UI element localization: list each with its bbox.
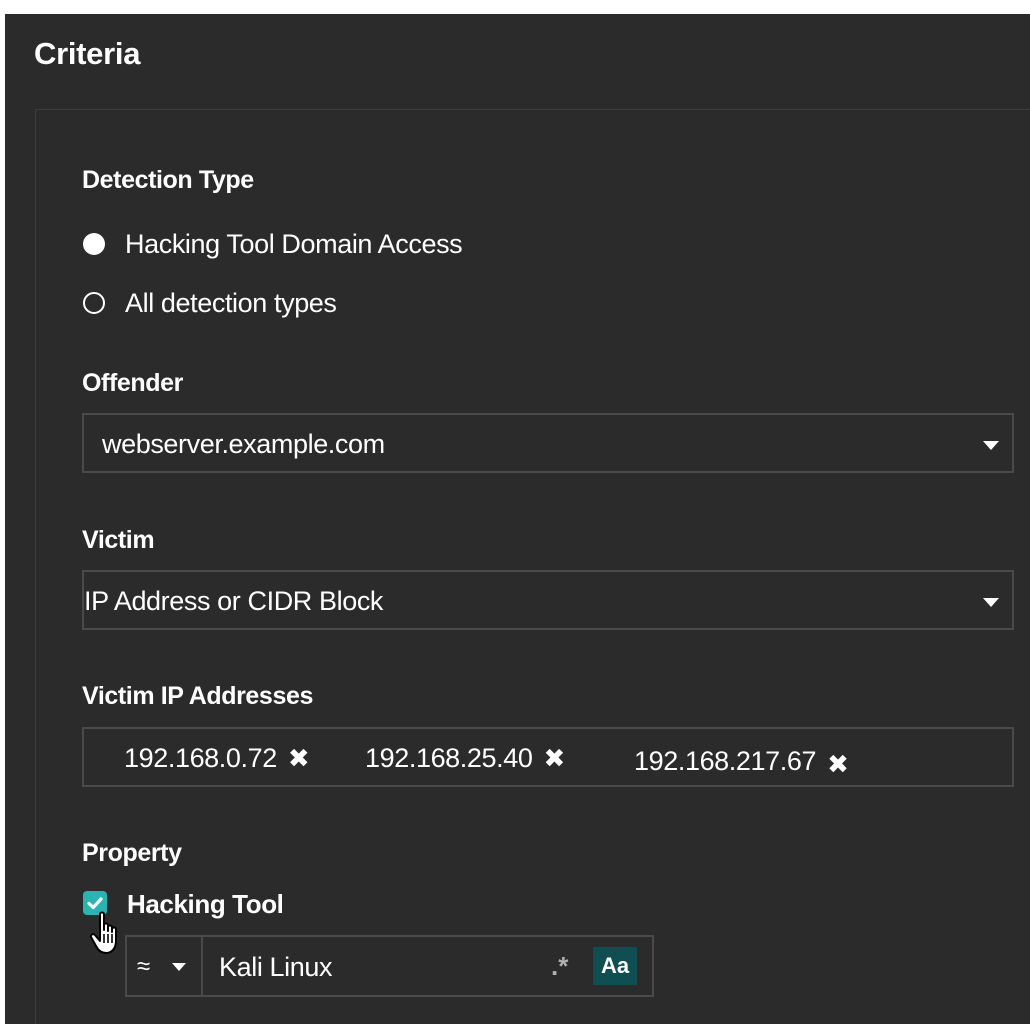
- radio-selected-icon[interactable]: [83, 233, 105, 255]
- ip-tag: 192.168.0.72 ✖: [124, 743, 310, 774]
- ip-tag-text: 192.168.25.40: [365, 743, 533, 773]
- radio-label: Hacking Tool Domain Access: [125, 228, 463, 259]
- radio-label: All detection types: [125, 287, 337, 318]
- panel-title: Criteria: [34, 36, 141, 71]
- property-value-text: Kali Linux: [219, 952, 333, 982]
- victim-label: Victim: [82, 526, 155, 554]
- ip-tag: 192.168.25.40 ✖: [365, 743, 565, 774]
- remove-tag-icon[interactable]: ✖: [827, 749, 849, 780]
- radio-unselected-icon[interactable]: [83, 292, 105, 314]
- chevron-down-icon[interactable]: [983, 441, 999, 450]
- operator-select[interactable]: ≈: [125, 935, 203, 997]
- detection-type-label: Detection Type: [82, 166, 254, 194]
- chevron-down-icon[interactable]: [983, 598, 999, 607]
- operator-value: ≈: [137, 953, 151, 980]
- offender-label: Offender: [82, 369, 183, 397]
- match-case-icon[interactable]: Aa: [593, 947, 637, 985]
- remove-tag-icon[interactable]: ✖: [288, 743, 310, 774]
- ip-tag: 192.168.217.67 ✖: [634, 743, 849, 780]
- radio-hacking-tool-domain-access[interactable]: Hacking Tool Domain Access: [83, 228, 463, 260]
- regex-icon[interactable]: .*: [551, 951, 568, 982]
- ip-tag-text: 192.168.0.72: [124, 743, 277, 773]
- offender-value: webserver.example.com: [102, 429, 385, 459]
- pointer-cursor-icon: [89, 911, 117, 954]
- chevron-down-icon[interactable]: [172, 963, 186, 971]
- ip-tag-text: 192.168.217.67: [634, 746, 817, 776]
- victim-select[interactable]: IP Address or CIDR Block: [82, 570, 1014, 630]
- victim-ip-addresses-label: Victim IP Addresses: [82, 682, 313, 710]
- radio-all-detection-types[interactable]: All detection types: [83, 287, 337, 319]
- property-value-input[interactable]: Kali Linux .* Aa: [201, 935, 654, 997]
- victim-value: IP Address or CIDR Block: [84, 586, 384, 616]
- victim-ip-tag-input[interactable]: 192.168.0.72 ✖ 192.168.25.40 ✖ 192.168.2…: [82, 727, 1014, 787]
- criteria-panel: Criteria Detection Type Hacking Tool Dom…: [5, 14, 1030, 1024]
- hacking-tool-checkbox-label[interactable]: Hacking Tool: [127, 889, 284, 920]
- property-label: Property: [82, 839, 182, 867]
- offender-select[interactable]: webserver.example.com: [82, 413, 1014, 473]
- remove-tag-icon[interactable]: ✖: [543, 743, 565, 774]
